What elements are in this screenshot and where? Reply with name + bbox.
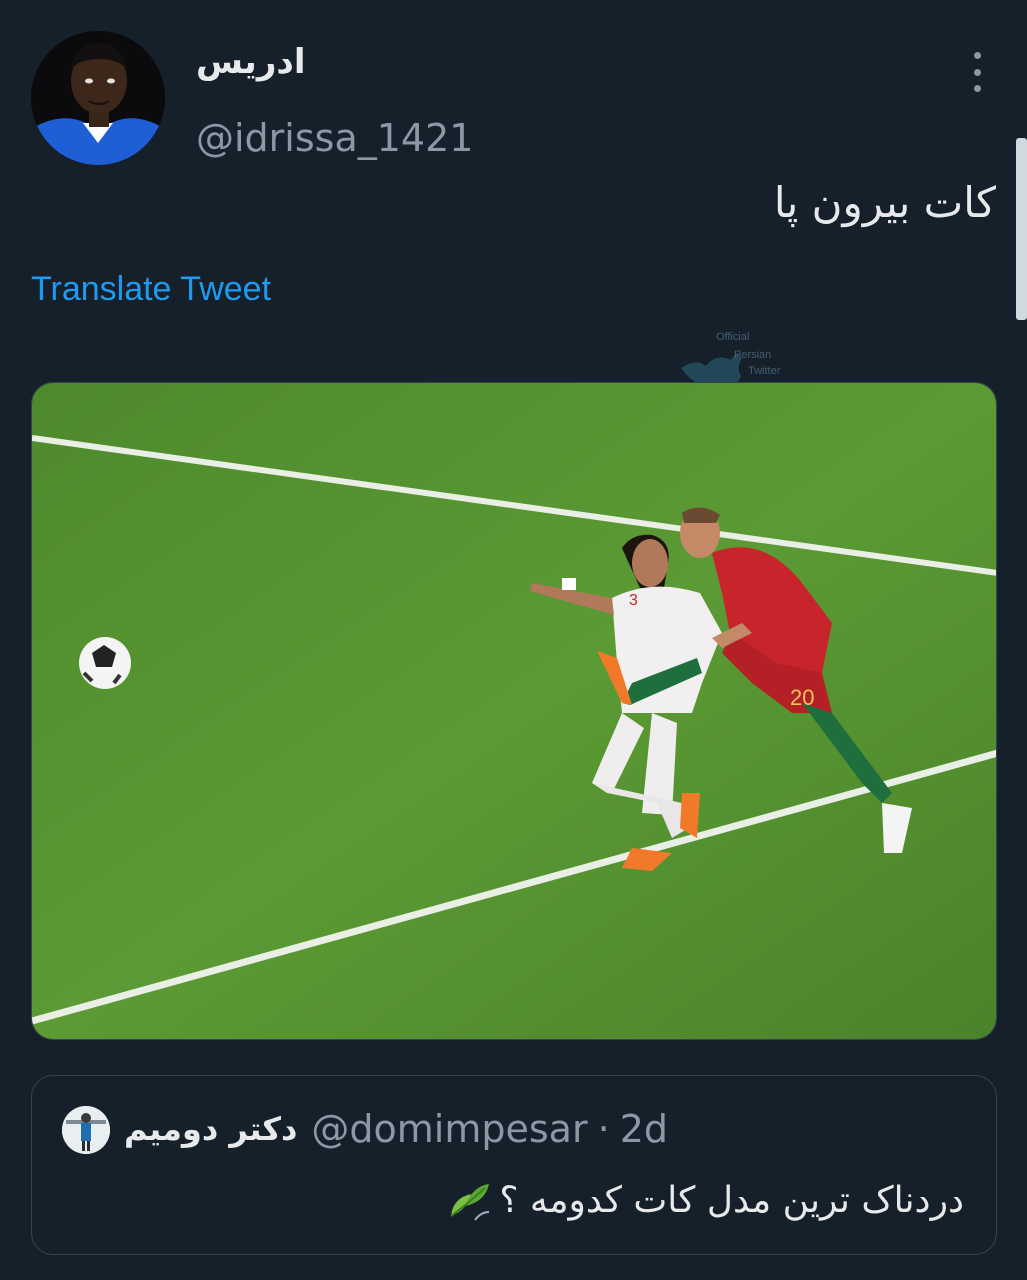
quoted-tweet-text: دردناک ترین مدل کات کدومه ؟ — [499, 1179, 964, 1221]
quoted-avatar-image — [62, 1106, 110, 1154]
svg-text:3: 3 — [629, 592, 638, 609]
tweet-detail-page: ادریس @idrissa_1421 کات بیرون پا Transla… — [0, 0, 1027, 1280]
more-dot — [973, 68, 981, 76]
translate-tweet-link[interactable]: Translate Tweet — [31, 270, 271, 309]
author-avatar-image — [31, 31, 165, 165]
football-match-image: 3 20 — [32, 383, 996, 1039]
quoted-author-name[interactable]: دکتر دومیم — [124, 1110, 297, 1148]
watermark-line: Twitter — [748, 365, 781, 377]
author-display-name[interactable]: ادریس — [196, 42, 306, 82]
quoted-author-avatar[interactable] — [62, 1106, 110, 1154]
watermark-line: Official — [716, 331, 749, 343]
scrollbar-thumb[interactable] — [1016, 138, 1027, 320]
author-avatar[interactable] — [31, 31, 165, 165]
header-separator: · — [597, 1107, 610, 1151]
quoted-author-handle[interactable]: @domimpesar — [311, 1107, 587, 1151]
more-dot — [973, 85, 981, 92]
svg-text:20: 20 — [790, 685, 814, 710]
watermark-line: Persian — [734, 349, 771, 361]
quoted-tweet-header: دکتر دومیم @domimpesar · 2d — [124, 1104, 668, 1154]
leaf-fluttering-icon — [445, 1176, 493, 1224]
quoted-tweet-timestamp[interactable]: 2d — [620, 1107, 668, 1151]
quoted-tweet-card[interactable]: دکتر دومیم @domimpesar · 2d دردناک ترین … — [31, 1075, 997, 1255]
tweet-photo[interactable]: 3 20 — [31, 382, 997, 1040]
more-options-icon[interactable] — [962, 52, 992, 92]
more-dot — [973, 52, 981, 59]
tweet-text: کات بیرون پا — [773, 178, 996, 227]
football-ball — [79, 637, 131, 689]
author-handle[interactable]: @idrissa_1421 — [196, 116, 473, 160]
quoted-tweet-body: دردناک ترین مدل کات کدومه ؟ — [445, 1176, 964, 1224]
